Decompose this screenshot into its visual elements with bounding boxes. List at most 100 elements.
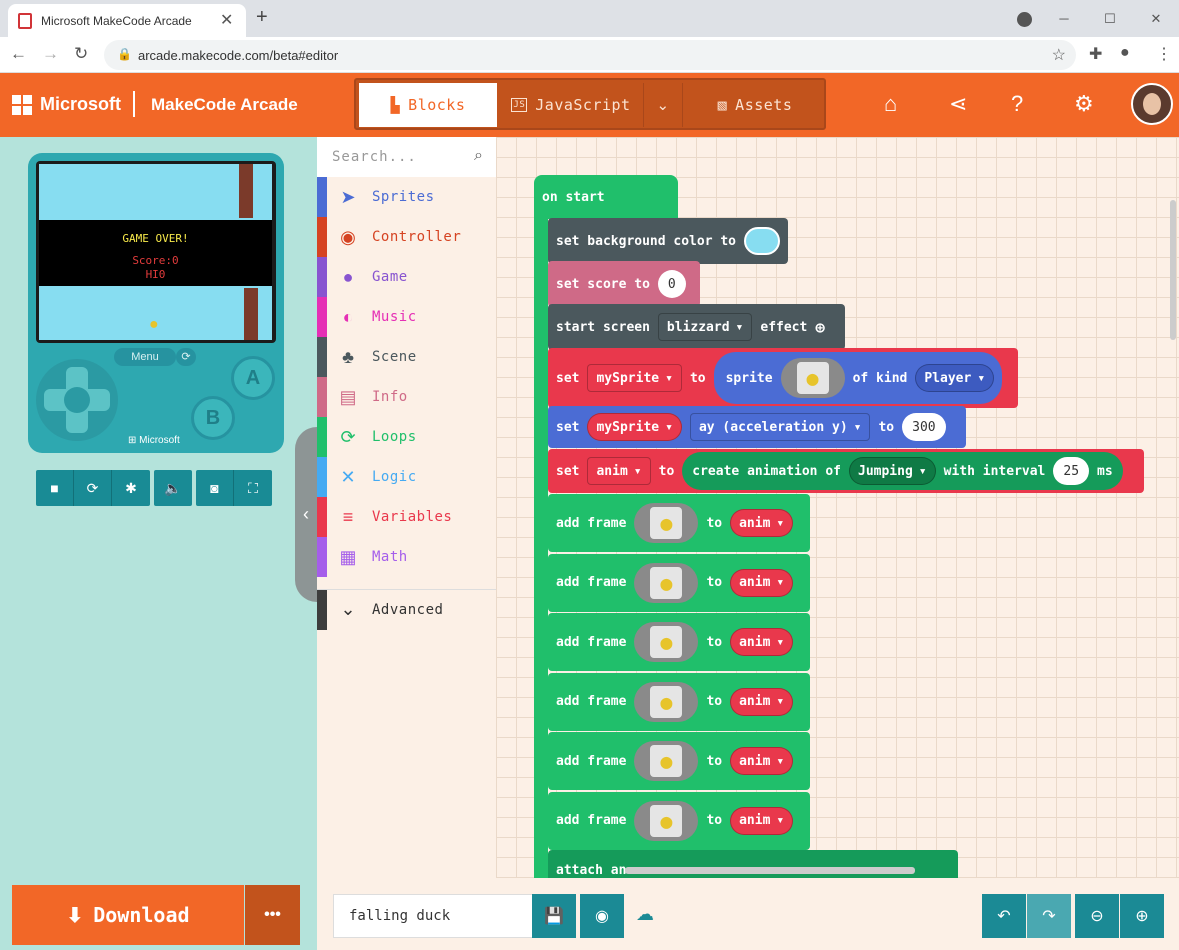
add-frame-block[interactable]: add frame ● to anim ▾ <box>548 791 810 850</box>
b-button[interactable]: B <box>191 396 235 440</box>
github-icon[interactable]: ◉ <box>580 894 624 938</box>
redo-icon[interactable]: ↷ <box>1027 894 1071 938</box>
category-info[interactable]: ▤ Info <box>317 377 496 417</box>
home-icon[interactable]: ⌂ <box>884 91 897 117</box>
category-controller[interactable]: ◉ Controller <box>317 217 496 257</box>
restart-sim-icon[interactable]: ⟳ <box>74 470 112 506</box>
add-frame-block[interactable]: add frame ● to anim ▾ <box>548 732 810 790</box>
undo-icon[interactable]: ↶ <box>982 894 1026 938</box>
brand-name[interactable]: Microsoft <box>40 94 121 115</box>
on-start-block[interactable]: on start <box>534 175 678 219</box>
project-name-input[interactable]: falling duck <box>333 894 533 938</box>
variable-dropdown[interactable]: mySprite ▾ <box>587 364 682 392</box>
frame-image-picker[interactable]: ● <box>634 800 699 841</box>
cloud-check-icon[interactable]: ☁ <box>636 904 654 925</box>
set-anim-block[interactable]: set anim ▾ to create animation of Jumping… <box>548 449 1144 493</box>
variable-dropdown[interactable]: anim ▾ <box>730 628 794 656</box>
reload-icon[interactable]: ↻ <box>74 44 88 64</box>
set-score-block[interactable]: set score to 0 <box>548 261 700 307</box>
horizontal-scrollbar[interactable] <box>625 867 915 874</box>
variable-dropdown[interactable]: anim ▾ <box>730 747 794 775</box>
forward-icon[interactable]: → <box>42 44 59 64</box>
category-sprites[interactable]: ➤ Sprites <box>317 177 496 217</box>
set-background-block[interactable]: set background color to <box>548 218 788 264</box>
category-variables[interactable]: ≡ Variables <box>317 497 496 537</box>
a-button[interactable]: A <box>231 356 275 400</box>
tab-assets[interactable]: ▧ Assets <box>686 83 824 127</box>
fullscreen-icon[interactable]: ⛶ <box>234 470 272 506</box>
settings-gear-icon[interactable]: ⚙ <box>1074 91 1094 117</box>
ay-value-input[interactable]: 300 <box>902 413 946 441</box>
back-icon[interactable]: ← <box>10 44 27 64</box>
property-dropdown[interactable]: ay (acceleration y) ▾ <box>689 413 871 441</box>
new-tab-icon[interactable]: + <box>256 6 268 29</box>
maximize-icon[interactable]: ☐ <box>1087 11 1133 27</box>
category-game[interactable]: ● Game <box>317 257 496 297</box>
add-frame-block[interactable]: add frame ● to anim ▾ <box>548 672 810 731</box>
category-advanced[interactable]: ⌄ Advanced <box>317 589 496 630</box>
sprite-image-picker[interactable]: ● <box>780 358 845 398</box>
color-swatch[interactable] <box>744 227 781 255</box>
zoom-in-icon[interactable]: ⊕ <box>1120 894 1164 938</box>
sound-icon[interactable]: 🔈 <box>154 470 192 506</box>
variable-dropdown[interactable]: anim ▾ <box>730 509 794 537</box>
stop-icon[interactable]: ■ <box>36 470 74 506</box>
variable-dropdown[interactable]: anim ▾ <box>730 806 794 835</box>
add-frame-block[interactable]: add frame ● to anim ▾ <box>548 613 810 671</box>
add-circle-icon[interactable]: ⊕ <box>815 318 825 337</box>
blocks-workspace[interactable]: on start set background color to set sco… <box>496 137 1179 878</box>
dpad[interactable] <box>36 359 118 441</box>
collapse-simulator-icon[interactable]: ‹ <box>295 427 317 602</box>
app-name[interactable]: MakeCode Arcade <box>151 95 298 115</box>
language-dropdown[interactable]: ⌄ <box>643 83 683 127</box>
tab-blocks[interactable]: ▙ Blocks <box>359 83 497 127</box>
variable-dropdown[interactable]: anim ▾ <box>730 568 794 597</box>
category-logic[interactable]: ✕ Logic <box>317 457 496 497</box>
minimize-icon[interactable]: ─ <box>1041 11 1087 26</box>
save-icon[interactable]: 💾 <box>532 894 576 938</box>
kind-dropdown[interactable]: Player ▾ <box>915 364 995 392</box>
profile-icon[interactable]: ● <box>1120 44 1130 62</box>
frame-image-picker[interactable]: ● <box>634 622 699 662</box>
search-input[interactable]: Search... <box>332 149 417 165</box>
debug-bug-icon[interactable]: ✱ <box>112 470 150 506</box>
browser-menu-icon[interactable]: ⋮ <box>1156 44 1172 64</box>
add-frame-block[interactable]: add frame ● to anim ▾ <box>548 494 810 552</box>
frame-image-picker[interactable]: ● <box>634 562 699 603</box>
frame-image-picker[interactable]: ● <box>634 741 699 781</box>
extensions-icon[interactable]: ✚ <box>1089 44 1102 64</box>
start-screen-effect-block[interactable]: start screen blizzard ▾ effect ⊕ <box>548 304 845 350</box>
score-value-input[interactable]: 0 <box>657 270 686 298</box>
effect-dropdown[interactable]: blizzard ▾ <box>657 313 753 341</box>
bookmark-star-icon[interactable]: ☆ <box>1052 45 1066 65</box>
download-button[interactable]: ⬇ Download <box>12 885 244 945</box>
category-music[interactable]: ◐ Music <box>317 297 496 337</box>
user-avatar[interactable] <box>1131 83 1173 125</box>
set-sprite-block[interactable]: set mySprite ▾ to sprite ● of kind Player… <box>548 348 1018 408</box>
tab-javascript[interactable]: JS JavaScript <box>501 83 641 127</box>
add-frame-block[interactable]: add frame ● to anim ▾ <box>548 553 810 612</box>
profile-menu-icon[interactable] <box>1017 12 1032 27</box>
variable-dropdown[interactable]: mySprite ▾ <box>587 413 682 441</box>
window-close-icon[interactable]: ✕ <box>1133 11 1179 27</box>
category-math[interactable]: ▦ Math <box>317 537 496 577</box>
restart-icon[interactable]: ⟳ <box>176 348 196 366</box>
game-screen[interactable]: GAME OVER! Score:0 HI0 ● <box>36 161 276 343</box>
frame-image-picker[interactable]: ● <box>634 503 699 543</box>
browser-tab[interactable]: Microsoft MakeCode Arcade ✕ <box>8 4 246 37</box>
variable-dropdown[interactable]: anim ▾ <box>730 687 794 716</box>
menu-button[interactable]: Menu <box>114 348 176 366</box>
screenshot-camera-icon[interactable]: ◙ <box>196 470 234 506</box>
search-icon[interactable]: ⌕ <box>474 147 483 165</box>
zoom-out-icon[interactable]: ⊖ <box>1075 894 1119 938</box>
url-text[interactable]: arcade.makecode.com/beta#editor <box>138 48 338 63</box>
interval-input[interactable]: 25 <box>1053 457 1090 485</box>
category-scene[interactable]: ♣ Scene <box>317 337 496 377</box>
set-ay-block[interactable]: set mySprite ▾ ay (acceleration y) ▾ to 30… <box>548 406 966 448</box>
frame-image-picker[interactable]: ● <box>634 681 699 722</box>
animation-type-dropdown[interactable]: Jumping ▾ <box>849 457 936 485</box>
help-icon[interactable]: ? <box>1011 91 1023 117</box>
create-animation-block[interactable]: create animation of Jumping ▾ with interv… <box>682 452 1123 490</box>
download-more-button[interactable]: ••• <box>245 885 300 945</box>
vertical-scrollbar[interactable] <box>1170 200 1176 340</box>
